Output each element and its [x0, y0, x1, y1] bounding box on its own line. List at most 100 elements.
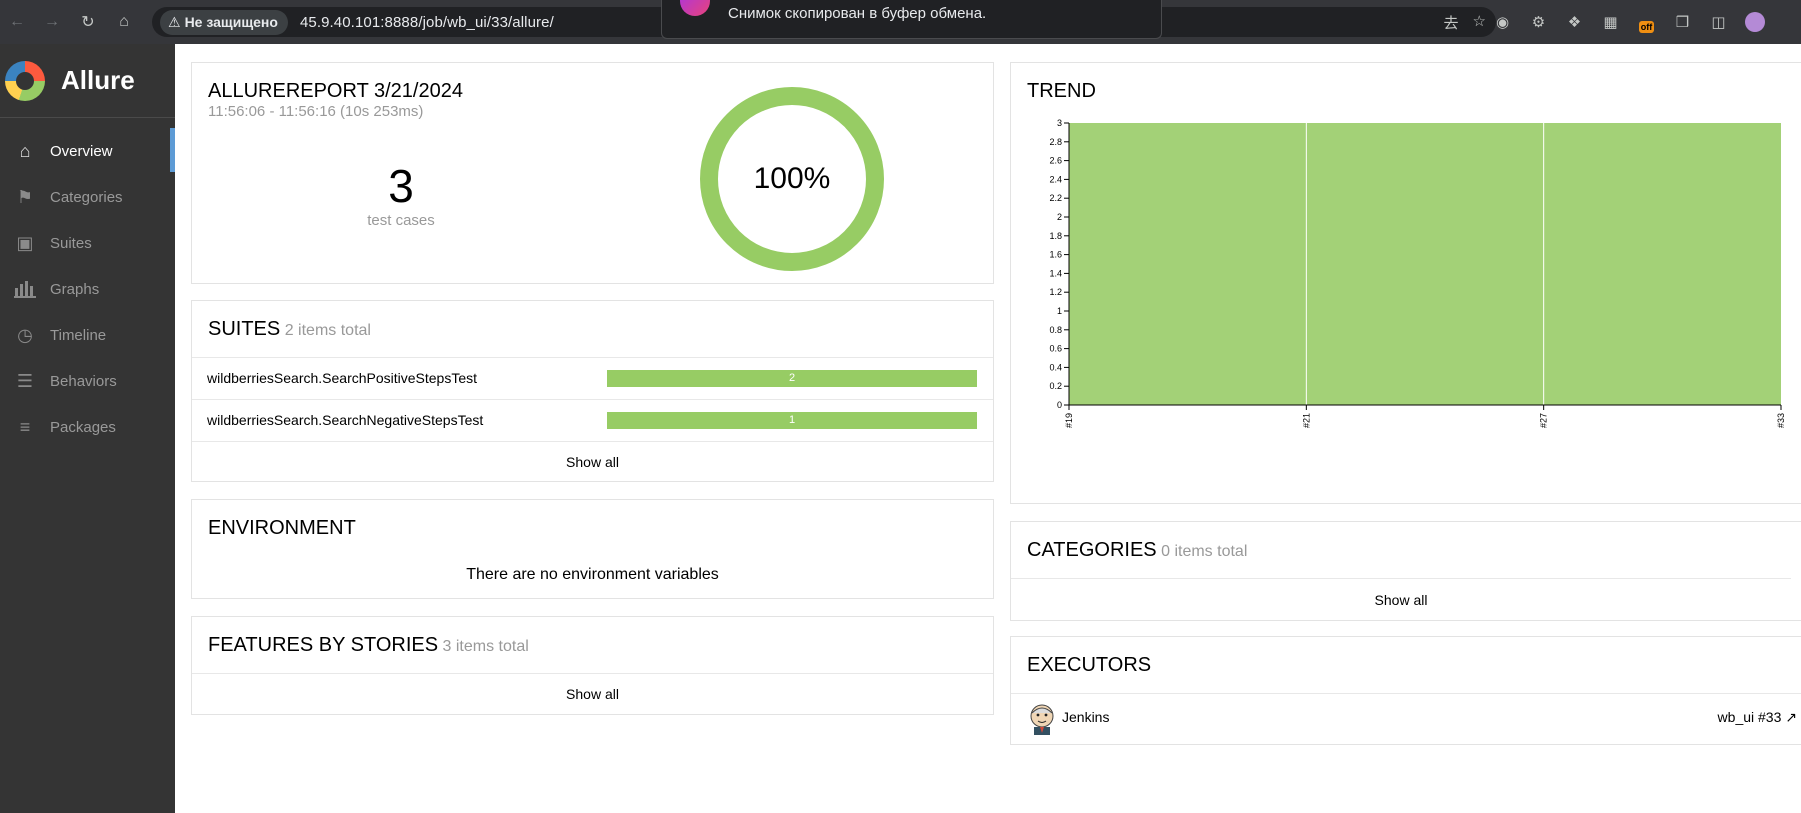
x-tick-label: #33: [1776, 413, 1786, 428]
y-tick-label: 1.6: [1049, 250, 1062, 260]
sidebar-item-packages[interactable]: ≡ Packages: [0, 404, 175, 450]
sidebar-item-label: Categories: [50, 188, 123, 206]
features-show-all-link[interactable]: Show all: [192, 673, 993, 715]
url-text[interactable]: 45.9.40.101:8888/job/wb_ui/33/allure/: [300, 14, 554, 31]
suite-status-bar: 1: [607, 412, 977, 429]
pass-rate-donut[interactable]: 100%: [699, 86, 885, 272]
test-case-count: 3: [388, 160, 414, 212]
y-tick-label: 1.2: [1049, 287, 1062, 297]
summary-widget: ALLUREREPORT 3/21/2024 11:56:06 - 11:56:…: [191, 62, 994, 284]
puzzle-extensions-icon[interactable]: ❒: [1670, 9, 1695, 34]
security-indicator[interactable]: ⚠ Не защищено: [160, 9, 288, 35]
sidebar-item-label: Graphs: [50, 280, 100, 298]
sidepanel-icon[interactable]: ◫: [1706, 9, 1731, 34]
reload-button[interactable]: ↻: [75, 9, 101, 35]
x-tick-label: #21: [1301, 413, 1311, 428]
off-badge: off: [1638, 20, 1655, 33]
profile-avatar[interactable]: [1742, 9, 1767, 34]
flag-icon: ⚑: [16, 186, 34, 207]
y-tick-label: 1.8: [1049, 231, 1062, 241]
sidebar-item-graphs[interactable]: Graphs: [0, 266, 175, 312]
y-tick-label: 1.4: [1049, 268, 1062, 278]
suite-status-bar: 2: [607, 370, 977, 387]
environment-widget: ENVIRONMENT There are no environment var…: [191, 499, 994, 599]
y-tick-label: 0.4: [1049, 362, 1062, 372]
sidebar-item-timeline[interactable]: ◷ Timeline: [0, 312, 175, 358]
list-icon: ☰: [16, 370, 34, 391]
security-label: Не защищено: [184, 14, 278, 30]
network-extension-icon[interactable]: ❖: [1562, 9, 1587, 34]
table-row[interactable]: wildberriesSearch.SearchPositiveStepsTes…: [192, 357, 993, 399]
table-row[interactable]: wildberriesSearch.SearchNegativeStepsTes…: [192, 399, 993, 441]
external-link-icon: ↗: [1785, 709, 1797, 725]
warning-icon: ⚠: [168, 13, 181, 30]
home-button[interactable]: ⌂: [111, 9, 137, 35]
sidebar-item-overview[interactable]: ⌂ Overview: [0, 128, 175, 174]
off-extension-icon[interactable]: off: [1634, 9, 1659, 34]
globe-extension-icon[interactable]: ⚙: [1526, 9, 1551, 34]
features-widget: FEATURES BY STORIES 3 items total Show a…: [191, 616, 994, 715]
sidebar-item-label: Suites: [50, 234, 92, 252]
environment-title: ENVIRONMENT: [208, 517, 356, 539]
sidebar-item-label: Overview: [50, 142, 113, 160]
suite-name: wildberriesSearch.SearchNegativeStepsTes…: [207, 412, 484, 428]
brand[interactable]: Allure: [0, 44, 175, 118]
features-title: FEATURES BY STORIES: [208, 634, 439, 656]
camera-extension-icon[interactable]: ◉: [1490, 9, 1515, 34]
executor-name: Jenkins: [1062, 709, 1110, 725]
y-tick-label: 2: [1057, 212, 1062, 222]
align-left-icon: ≡: [19, 416, 31, 437]
home-icon: ⌂: [19, 140, 31, 161]
x-tick-label: #27: [1539, 413, 1549, 428]
translate-icon[interactable]: 去: [1444, 12, 1459, 33]
features-count: 3 items total: [442, 638, 529, 655]
sidebar-item-label: Packages: [50, 418, 116, 436]
sidebar-item-suites[interactable]: ▣ Suites: [0, 220, 175, 266]
y-tick-label: 0.2: [1049, 381, 1062, 391]
test-case-label: test cases: [367, 212, 435, 229]
y-tick-label: 0.8: [1049, 325, 1062, 335]
y-tick-label: 0: [1057, 400, 1062, 410]
suites-widget: SUITES 2 items total wildberriesSearch.S…: [191, 300, 994, 482]
sidebar-item-label: Timeline: [50, 326, 107, 344]
categories-widget: CATEGORIES 0 items total Show all: [1010, 521, 1801, 621]
y-tick-label: 2.6: [1049, 156, 1062, 166]
suite-name: wildberriesSearch.SearchPositiveStepsTes…: [207, 370, 478, 386]
x-tick-label: #19: [1064, 413, 1074, 428]
suites-count: 2 items total: [284, 322, 371, 339]
suites-show-all-link[interactable]: Show all: [192, 441, 993, 482]
sidebar-item-label: Behaviors: [50, 372, 117, 390]
y-tick-label: 2.4: [1049, 174, 1062, 184]
copied-toast: Снимок скопирован в буфер обмена.: [661, 0, 1162, 39]
allure-logo-icon: [5, 60, 45, 101]
report-title: ALLUREREPORT 3/21/2024: [208, 80, 463, 102]
environment-empty-message: There are no environment variables: [466, 566, 719, 583]
toast-text: Снимок скопирован в буфер обмена.: [728, 5, 987, 22]
sidebar-item-behaviors[interactable]: ☰ Behaviors: [0, 358, 175, 404]
forward-button[interactable]: →: [39, 9, 65, 35]
brand-name: Allure: [61, 65, 135, 95]
executor-row: Jenkins wb_ui #33 ↗: [1011, 693, 1801, 745]
clock-icon: ◷: [17, 324, 33, 345]
app-icon: [680, 0, 710, 16]
briefcase-icon: ▣: [16, 232, 34, 253]
trend-chart[interactable]: 0 0.2 0.4 0.6 0.8 1 1.2 1.4 1.6 1.8 2 2.2 2.4 2.6 2.8 3…: [1011, 115, 1791, 495]
jenkins-avatar-icon: [1030, 704, 1054, 735]
bar-chart-icon: [13, 279, 37, 299]
executors-widget: EXECUTORS Jenkins wb_ui #33 ↗: [1010, 636, 1801, 745]
grid-extension-icon[interactable]: ▦: [1598, 9, 1623, 34]
executors-title: EXECUTORS: [1027, 654, 1152, 676]
suites-title: SUITES: [208, 318, 281, 340]
executor-build-link[interactable]: wb_ui #33 ↗: [1718, 709, 1797, 726]
y-tick-label: 2.8: [1049, 137, 1062, 147]
trend-title: TREND: [1027, 80, 1096, 102]
back-button[interactable]: ←: [4, 9, 30, 35]
categories-count: 0 items total: [1161, 543, 1248, 560]
categories-title: CATEGORIES: [1027, 539, 1157, 561]
sidebar-item-categories[interactable]: ⚑ Categories: [0, 174, 175, 220]
bookmark-star-icon[interactable]: ☆: [1473, 12, 1486, 33]
categories-show-all-link[interactable]: Show all: [1011, 578, 1791, 621]
y-tick-label: 1: [1057, 306, 1062, 316]
report-duration: 11:56:06 - 11:56:16 (10s 253ms): [208, 103, 424, 120]
sidebar: Allure ⌂ Overview ⚑ Categories ▣ Suites …: [0, 44, 175, 813]
